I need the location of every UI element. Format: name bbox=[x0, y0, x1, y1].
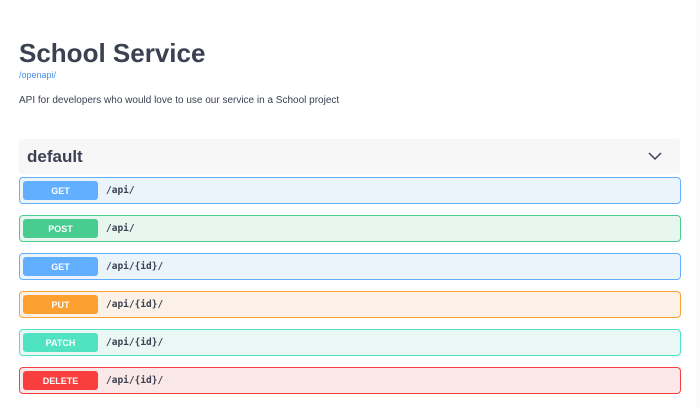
tag-section-header[interactable]: default bbox=[19, 139, 680, 174]
api-info: School Service /openapi/ bbox=[19, 38, 205, 80]
method-badge: PUT bbox=[23, 295, 98, 314]
operation-path: /api/ bbox=[106, 223, 135, 234]
operation-path: /api/{id}/ bbox=[106, 261, 164, 272]
method-badge: POST bbox=[23, 219, 98, 238]
method-badge: GET bbox=[23, 257, 98, 276]
method-badge: PATCH bbox=[23, 333, 98, 352]
operation-row-put[interactable]: PUT/api/{id}/ bbox=[19, 291, 681, 318]
operation-row-post[interactable]: POST/api/ bbox=[19, 215, 681, 242]
operation-path: /api/ bbox=[106, 185, 135, 196]
operation-path: /api/{id}/ bbox=[106, 337, 164, 348]
operations-list: GET/api/POST/api/GET/api/{id}/PUT/api/{i… bbox=[19, 177, 681, 405]
operation-row-delete[interactable]: DELETE/api/{id}/ bbox=[19, 367, 681, 394]
api-title: School Service bbox=[19, 38, 206, 68]
openapi-spec-link[interactable]: /openapi/ bbox=[19, 70, 205, 80]
operation-row-get[interactable]: GET/api/{id}/ bbox=[19, 253, 681, 280]
api-description: API for developers who would love to use… bbox=[19, 95, 340, 106]
operation-row-patch[interactable]: PATCH/api/{id}/ bbox=[19, 329, 681, 356]
operation-row-get[interactable]: GET/api/ bbox=[19, 177, 681, 204]
operation-path: /api/{id}/ bbox=[106, 375, 164, 386]
scrollbar[interactable] bbox=[696, 0, 700, 408]
tag-name: default bbox=[27, 146, 83, 166]
operation-path: /api/{id}/ bbox=[106, 299, 164, 310]
method-badge: GET bbox=[23, 181, 98, 200]
chevron-down-icon[interactable] bbox=[648, 152, 662, 162]
method-badge: DELETE bbox=[23, 371, 98, 390]
